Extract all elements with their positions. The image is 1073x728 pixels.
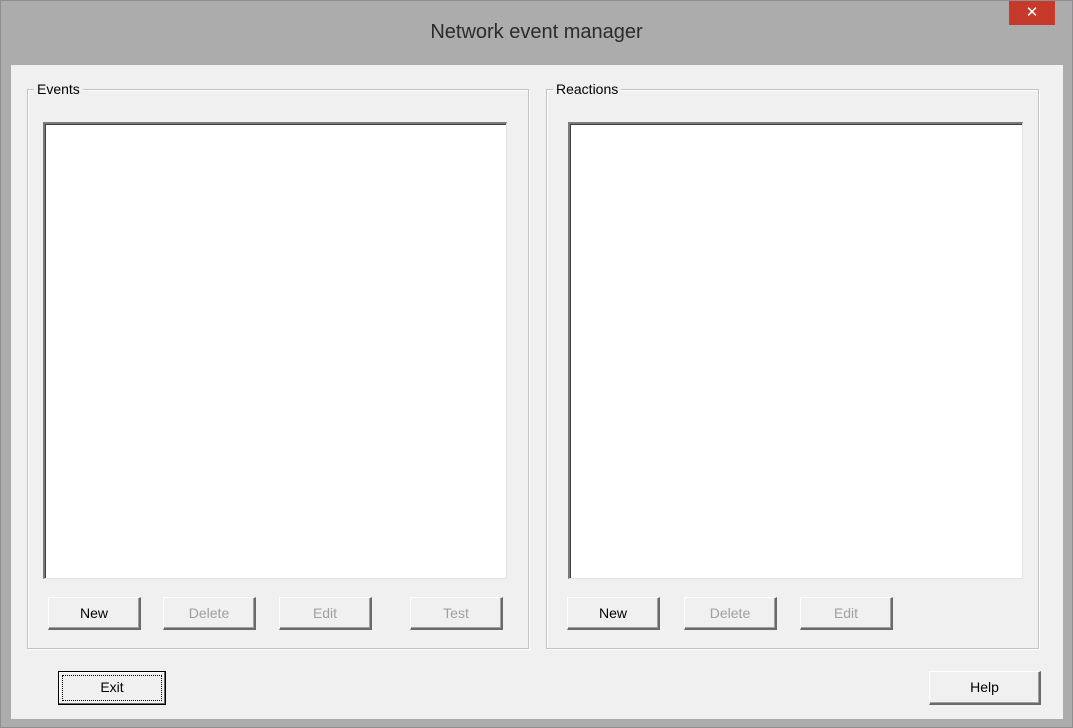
reactions-edit-button[interactable]: Edit bbox=[800, 597, 893, 630]
network-event-manager-window: Network event manager ✕ Events New Delet… bbox=[0, 0, 1073, 728]
events-edit-button[interactable]: Edit bbox=[279, 597, 372, 630]
events-group: Events New Delete Edit Test bbox=[27, 81, 529, 649]
events-group-label: Events bbox=[34, 81, 83, 97]
events-new-label: New bbox=[79, 605, 108, 621]
events-test-label: Test bbox=[443, 605, 469, 621]
reactions-list[interactable] bbox=[568, 122, 1023, 579]
events-delete-label: Delete bbox=[188, 605, 230, 621]
dialog-client-area: Events New Delete Edit Test Reactions Ne… bbox=[11, 65, 1063, 719]
reactions-group-label: Reactions bbox=[553, 81, 622, 97]
events-list[interactable] bbox=[43, 122, 507, 579]
reactions-delete-button[interactable]: Delete bbox=[684, 597, 777, 630]
close-icon: ✕ bbox=[1025, 4, 1039, 21]
close-button[interactable]: ✕ bbox=[1009, 1, 1055, 25]
reactions-delete-label: Delete bbox=[709, 605, 751, 621]
reactions-new-button[interactable]: New bbox=[567, 597, 660, 630]
title-bar[interactable]: Network event manager ✕ bbox=[1, 1, 1072, 65]
reactions-new-label: New bbox=[598, 605, 627, 621]
events-test-button[interactable]: Test bbox=[410, 597, 503, 630]
reactions-group: Reactions New Delete Edit bbox=[546, 81, 1039, 649]
help-button[interactable]: Help bbox=[929, 671, 1041, 705]
events-edit-label: Edit bbox=[312, 605, 338, 621]
events-delete-button[interactable]: Delete bbox=[163, 597, 256, 630]
reactions-edit-label: Edit bbox=[833, 605, 859, 621]
exit-button[interactable]: Exit bbox=[58, 671, 166, 705]
window-title: Network event manager bbox=[430, 21, 643, 43]
exit-label: Exit bbox=[100, 679, 124, 695]
help-label: Help bbox=[970, 679, 999, 695]
events-new-button[interactable]: New bbox=[48, 597, 141, 630]
